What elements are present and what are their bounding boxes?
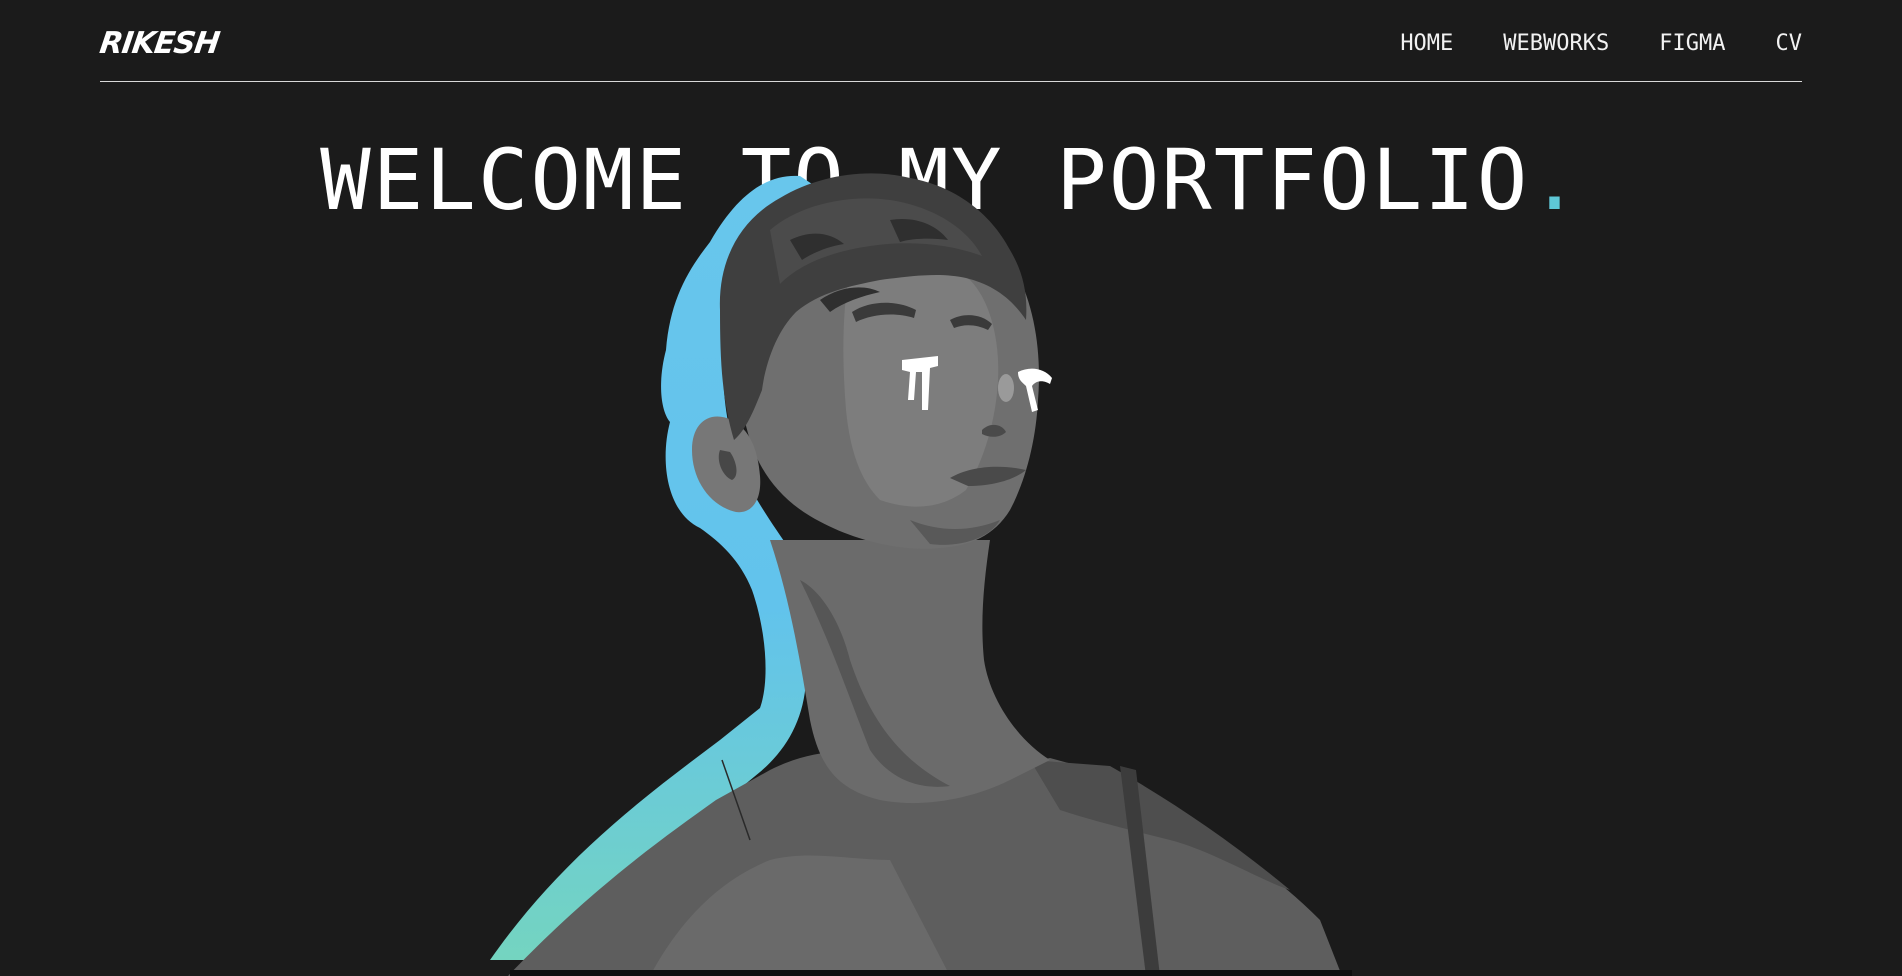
bottom-bar (510, 970, 1352, 976)
hero-title-dot: . (1529, 131, 1582, 229)
nav-home[interactable]: HOME (1400, 31, 1453, 56)
portfolio-page: RIKESH HOME WEBWORKS FIGMA CV WELCOME TO… (0, 0, 1902, 976)
site-header: RIKESH HOME WEBWORKS FIGMA CV (98, 0, 1802, 82)
portrait-illustration (490, 173, 1352, 976)
nav-webworks[interactable]: WEBWORKS (1503, 31, 1609, 56)
logo[interactable]: RIKESH (98, 26, 222, 61)
nav-cv[interactable]: CV (1776, 31, 1803, 56)
nav-figma[interactable]: FIGMA (1659, 31, 1725, 56)
eye-right-socket (998, 374, 1014, 402)
main-nav: HOME WEBWORKS FIGMA CV (1400, 31, 1802, 56)
